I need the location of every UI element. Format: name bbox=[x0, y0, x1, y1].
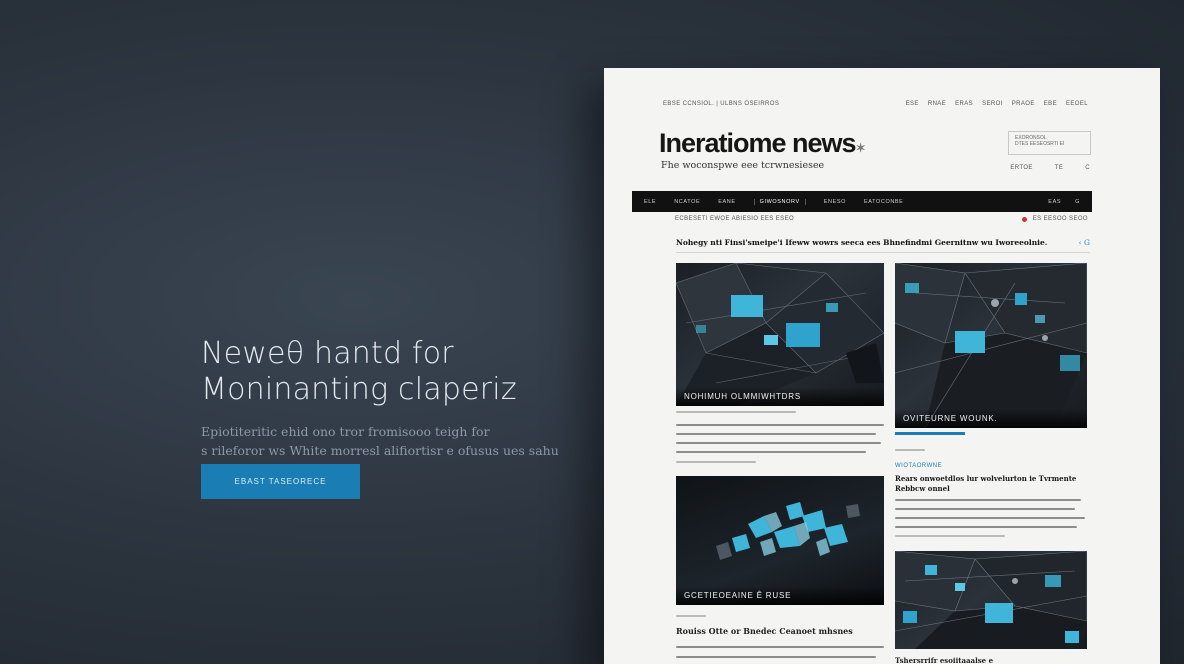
subscribe-box[interactable]: Exoronsol Dtes eeseosrti ei bbox=[1008, 131, 1091, 155]
top-headline-text: Nohegy nti Finsi'smeipe'i Ifeww wowrs se… bbox=[676, 238, 1048, 247]
masthead-mark-icon: ✶ bbox=[855, 141, 866, 155]
story-image-1[interactable]: Nohimuh olmmiwhtdrs bbox=[676, 263, 884, 406]
top-nav-item[interactable]: Eras bbox=[955, 101, 973, 107]
masthead-text: Ineratiome news bbox=[659, 128, 857, 158]
header-link[interactable]: Ertoe bbox=[1010, 165, 1032, 171]
abstract-network-graphic bbox=[895, 263, 1087, 428]
header-link[interactable]: C bbox=[1085, 165, 1090, 171]
text-line bbox=[895, 535, 1005, 537]
side-category-tag[interactable]: Wiotaorwne bbox=[895, 463, 942, 469]
newspaper-mockup: Ebse ccnsiol. | Ulbns oseirros Ese Rnae … bbox=[604, 68, 1160, 664]
hero-subtitle-line-1: Epiotiteritic ehid ono tror fromisooo te… bbox=[201, 424, 490, 439]
text-line bbox=[676, 411, 796, 413]
hero-subtitle-line-2: s rileforor ws White morresl alifiortisr… bbox=[201, 443, 559, 458]
text-line bbox=[676, 656, 876, 658]
side-headline[interactable]: Rears onwoetdlos lur wolvelurton ie Tvrm… bbox=[895, 474, 1087, 494]
abstract-network-graphic bbox=[676, 263, 884, 406]
story-image-4[interactable] bbox=[895, 551, 1087, 649]
top-nav: Ese Rnae Eras Seroi Praoe Ebe Eeoel bbox=[906, 101, 1088, 107]
header-links: Ertoe Te C bbox=[1010, 165, 1090, 171]
masthead-tagline: Fhe woconspwe eee tcrwnesiesee bbox=[661, 160, 825, 171]
text-line bbox=[895, 499, 1081, 501]
nav-item-active[interactable]: Giwosnorv bbox=[753, 198, 806, 205]
top-nav-item[interactable]: Eeoel bbox=[1066, 101, 1088, 107]
divider bbox=[676, 252, 1090, 253]
top-nav-item[interactable]: Rnae bbox=[928, 101, 946, 107]
top-nav-item[interactable]: Ebe bbox=[1044, 101, 1057, 107]
top-headline[interactable]: Nohegy nti Finsi'smeipe'i Ifeww wowrs se… bbox=[676, 238, 1090, 247]
section-subnav-right-text[interactable]: Es Eesoo seoo bbox=[1033, 216, 1088, 222]
text-line bbox=[895, 517, 1085, 519]
text-line bbox=[895, 449, 925, 451]
search-icon[interactable]: G bbox=[1075, 199, 1080, 205]
hero-cta-button[interactable]: Ebast Taseorece bbox=[201, 464, 360, 499]
section-subnav: Ecbeseti ewoe abiesio Ees Eseo bbox=[675, 216, 795, 222]
top-bar-text: Ebse ccnsiol. | Ulbns oseirros bbox=[663, 101, 780, 107]
story-title-4[interactable]: Tshersrrifr esoiitaaalse e bbox=[895, 656, 993, 664]
top-nav-item[interactable]: Seroi bbox=[982, 101, 1003, 107]
top-nav-item[interactable]: Praoe bbox=[1012, 101, 1035, 107]
text-line bbox=[676, 442, 881, 444]
live-dot-icon bbox=[1021, 216, 1027, 222]
text-line bbox=[676, 615, 706, 617]
hero-title: Newеθ hantd for Moninanting claperiz bbox=[201, 336, 581, 408]
nav-item[interactable]: Eane bbox=[718, 199, 735, 205]
story-title-3[interactable]: Rouiss Otte or Bnedec Ceanoet mhsnes bbox=[676, 626, 853, 636]
hero-title-line-1: Newеθ hantd for bbox=[201, 336, 454, 371]
hero-title-line-2: Moninanting claperiz bbox=[201, 372, 517, 407]
story-image-3[interactable]: Gcetieoeaine ê ruse bbox=[676, 476, 884, 605]
text-line bbox=[676, 646, 884, 648]
share-icon[interactable]: ‹ G bbox=[1079, 238, 1090, 247]
nav-item[interactable]: Eneso bbox=[824, 199, 846, 205]
text-line bbox=[895, 508, 1075, 510]
story-image-2[interactable]: Oviteurne wounk. bbox=[895, 263, 1087, 428]
hero-subtitle: Epiotiteritic ehid ono tror fromisooo te… bbox=[201, 422, 581, 460]
story-caption-2: Oviteurne wounk. bbox=[895, 409, 1087, 428]
top-nav-item[interactable]: Ese bbox=[906, 101, 919, 107]
hero-section: Newеθ hantd for Moninanting claperiz Epi… bbox=[201, 336, 581, 499]
abstract-network-graphic bbox=[895, 551, 1087, 649]
text-line bbox=[676, 451, 866, 453]
text-line bbox=[895, 526, 1077, 528]
story-caption-3: Gcetieoeaine ê ruse bbox=[676, 586, 884, 605]
accent-bar bbox=[895, 432, 965, 435]
text-line bbox=[676, 424, 884, 426]
nav-right: Eas G bbox=[1048, 199, 1092, 205]
nav-item[interactable]: Ncatoe bbox=[674, 199, 700, 205]
subscribe-sublabel: Dtes eeseosrti ei bbox=[1015, 141, 1065, 147]
story-caption-1: Nohimuh olmmiwhtdrs bbox=[676, 387, 884, 406]
masthead-logo[interactable]: Ineratiome news✶ bbox=[659, 128, 866, 159]
text-line bbox=[676, 461, 756, 463]
section-subnav-right: Es Eesoo seoo bbox=[1021, 216, 1088, 222]
text-line bbox=[676, 433, 876, 435]
nav-item[interactable]: Eatoconbe bbox=[864, 199, 903, 205]
main-nav-bar: Ele Ncatoe Eane Giwosnorv Eneso Eatoconb… bbox=[632, 191, 1092, 212]
header-link[interactable]: Te bbox=[1055, 165, 1063, 171]
nav-right-item[interactable]: Eas bbox=[1048, 199, 1061, 205]
nav-item[interactable]: Ele bbox=[644, 199, 656, 205]
